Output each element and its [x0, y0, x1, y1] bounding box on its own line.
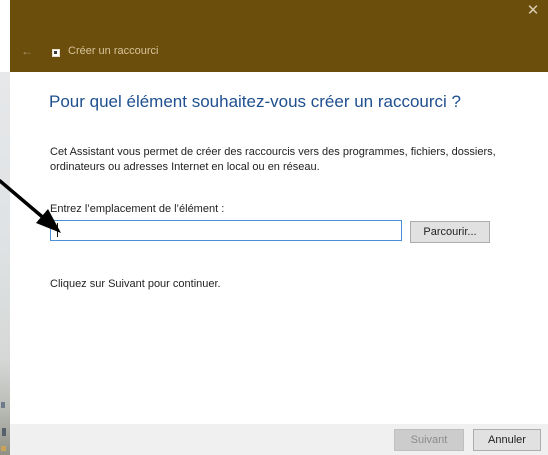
- browse-button[interactable]: Parcourir...: [410, 221, 490, 243]
- window-title: Créer un raccourci: [68, 45, 159, 57]
- page-heading: Pour quel élément souhaitez-vous créer u…: [49, 92, 461, 111]
- title-bar: ✕ ← Créer un raccourci: [10, 0, 548, 72]
- back-arrow-icon[interactable]: ←: [20, 44, 34, 58]
- location-label: Entrez l’emplacement de l’élément :: [50, 203, 225, 215]
- continue-instruction: Cliquez sur Suivant pour continuer.: [50, 278, 221, 290]
- text-caret: [57, 223, 58, 237]
- dialog-footer: Suivant Annuler: [10, 424, 548, 455]
- desktop-background-edge: [0, 72, 10, 455]
- shortcut-app-icon: [52, 49, 60, 57]
- cancel-button[interactable]: Annuler: [473, 429, 541, 451]
- create-shortcut-window: ✕ ← Créer un raccourci Pour quel élément…: [0, 0, 548, 455]
- next-button[interactable]: Suivant: [394, 429, 464, 451]
- location-input[interactable]: [50, 220, 402, 241]
- wizard-description: Cet Assistant vous permet de créer des r…: [50, 146, 496, 173]
- close-icon[interactable]: ✕: [518, 0, 548, 26]
